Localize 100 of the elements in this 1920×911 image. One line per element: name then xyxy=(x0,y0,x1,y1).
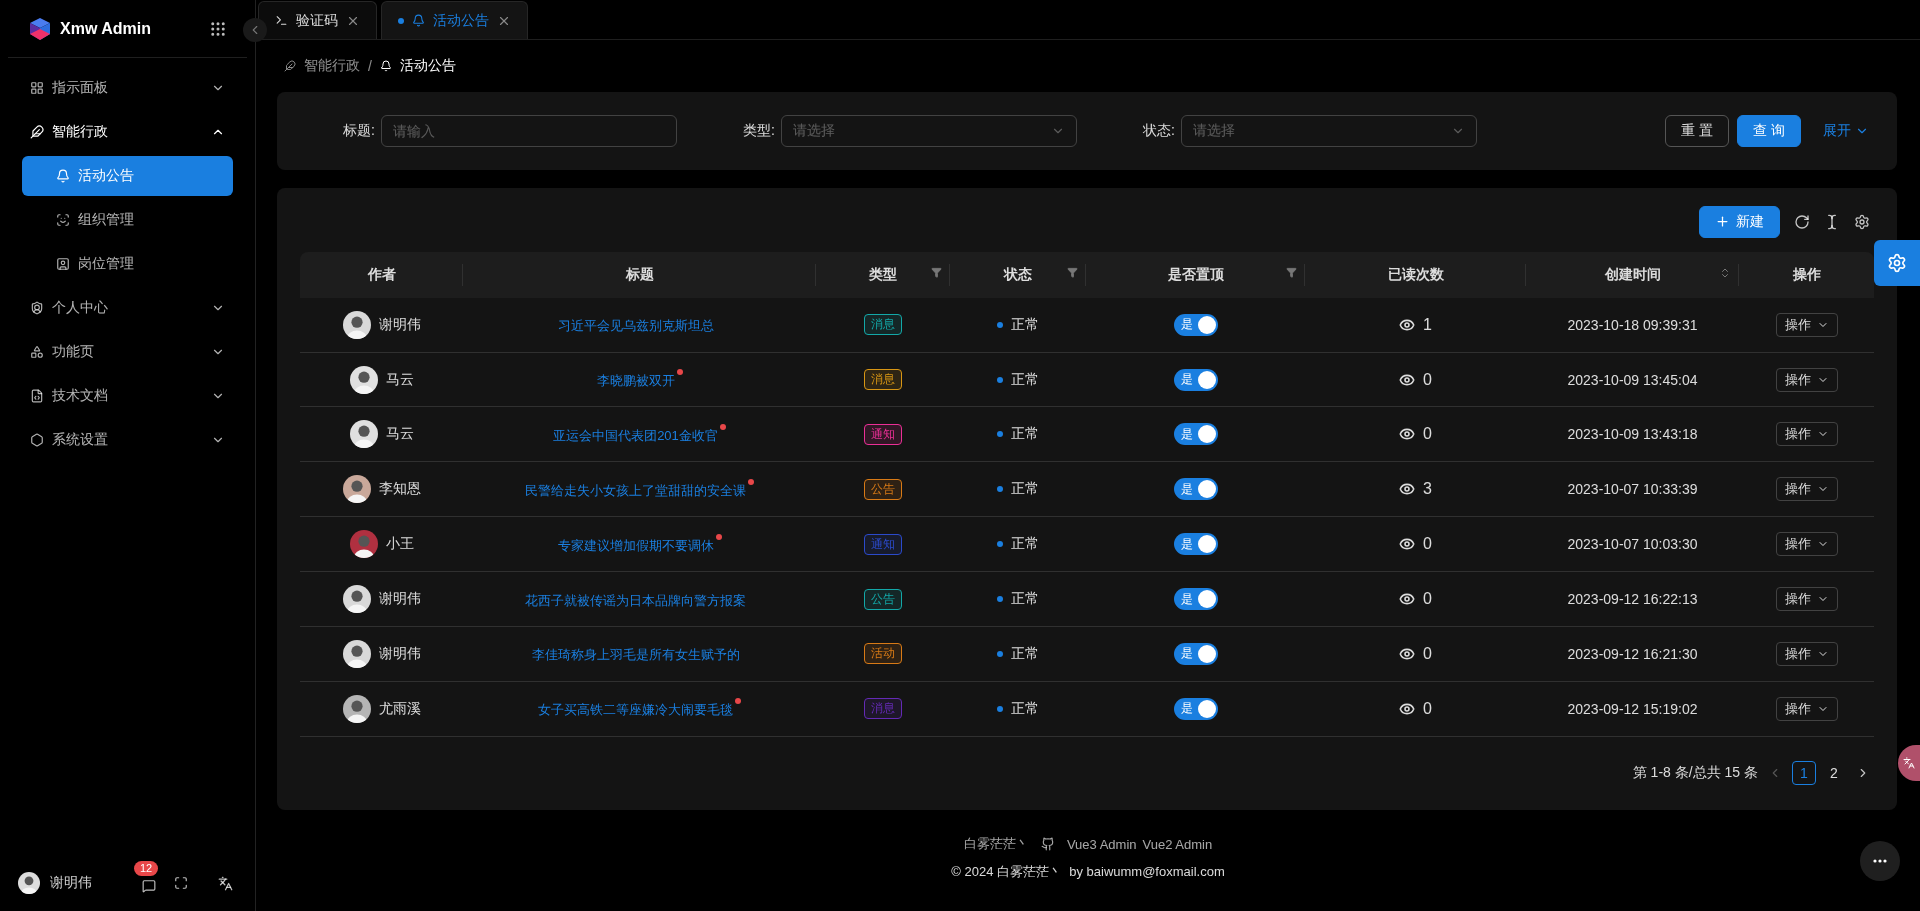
created-time: 2023-09-12 16:21:30 xyxy=(1567,645,1698,662)
column-header: 创建时间 xyxy=(1604,265,1661,284)
apps-grid-icon[interactable] xyxy=(209,19,227,38)
sort-icon[interactable] xyxy=(1719,266,1731,279)
pin-switch[interactable]: 是 xyxy=(1173,588,1218,611)
menu-item[interactable]: 系统设置 xyxy=(22,418,233,462)
footer-link[interactable]: 白雾茫茫丶 xyxy=(963,835,1029,853)
page-button[interactable]: 1 xyxy=(1792,761,1816,786)
status-text: 正常 xyxy=(1011,535,1039,554)
title-link[interactable]: 女子买高铁二等座嫌冷大闹要毛毯 xyxy=(538,698,741,720)
reset-button[interactable]: 重 置 xyxy=(1665,115,1730,147)
refresh-icon xyxy=(1794,213,1810,230)
pin-switch[interactable]: 是 xyxy=(1173,313,1218,336)
status-text: 正常 xyxy=(1011,699,1039,718)
field-label: 标题: xyxy=(343,122,375,140)
title-link[interactable]: 习近平会见乌兹别克斯坦总 xyxy=(557,314,722,336)
fullscreen-icon xyxy=(174,876,188,890)
title-link[interactable]: 亚运会中国代表团201金收官 xyxy=(553,423,726,445)
action-dropdown[interactable]: 操作 xyxy=(1776,532,1838,557)
type-tag: 公告 xyxy=(864,588,902,610)
brand-name: Xmw Admin xyxy=(60,19,152,38)
collapse-button[interactable] xyxy=(243,18,267,42)
action-dropdown[interactable]: 操作 xyxy=(1776,367,1838,392)
status-dot xyxy=(997,541,1003,548)
action-dropdown[interactable]: 操作 xyxy=(1776,422,1838,447)
active-dot xyxy=(398,17,404,24)
action-dropdown[interactable]: 操作 xyxy=(1776,312,1838,337)
type-tag: 消息 xyxy=(864,314,902,336)
submenu-item[interactable]: 岗位管理 xyxy=(22,244,233,284)
translate-icon xyxy=(218,875,233,891)
action-dropdown[interactable]: 操作 xyxy=(1776,641,1838,666)
select-field[interactable]: 请选择 xyxy=(1181,115,1477,147)
status-text: 正常 xyxy=(1011,315,1039,334)
plus-icon xyxy=(1715,214,1730,230)
page-tab[interactable]: 验证码 xyxy=(258,1,377,39)
created-time: 2023-09-12 15:19:02 xyxy=(1567,700,1698,717)
menu-item[interactable]: 个人中心 xyxy=(22,286,233,330)
breadcrumb-item[interactable]: 智能行政 xyxy=(304,57,360,75)
column-header: 标题 xyxy=(625,265,654,284)
footer-link[interactable]: Vue2 Admin xyxy=(1142,836,1213,852)
menu-item[interactable]: 指示面板 xyxy=(22,66,233,110)
select-field[interactable]: 请选择 xyxy=(781,115,1077,147)
action-dropdown[interactable]: 操作 xyxy=(1776,477,1838,502)
input-field[interactable]: 请输入 xyxy=(381,115,677,147)
search-button[interactable]: 查 询 xyxy=(1737,115,1801,147)
status-text: 正常 xyxy=(1011,590,1039,609)
filter-icon[interactable] xyxy=(931,266,942,278)
avatar xyxy=(342,694,371,723)
action-dropdown[interactable]: 操作 xyxy=(1776,696,1838,721)
created-time: 2023-10-18 09:39:31 xyxy=(1567,316,1698,333)
pin-switch[interactable]: 是 xyxy=(1173,478,1218,501)
settings-icon xyxy=(1854,213,1870,230)
page-tab[interactable]: 活动公告 xyxy=(381,1,528,39)
type-tag: 消息 xyxy=(864,698,902,720)
menu-item[interactable]: 技术文档 xyxy=(22,374,233,418)
title-link[interactable]: 李晓鹏被双开 xyxy=(596,369,683,390)
cube-logo-icon xyxy=(28,16,52,41)
breadcrumb-separator: / xyxy=(368,58,372,74)
created-time: 2023-09-12 16:22:13 xyxy=(1567,591,1698,608)
settings-button[interactable] xyxy=(1874,240,1920,286)
more-icon xyxy=(1873,859,1887,863)
status-dot xyxy=(997,376,1003,383)
column-header: 操作 xyxy=(1793,265,1821,284)
menu-item[interactable]: 智能行政 xyxy=(22,110,233,154)
status-text: 正常 xyxy=(1011,425,1039,444)
status-dot xyxy=(997,431,1003,438)
submenu-item[interactable]: 活动公告 xyxy=(22,156,233,196)
author-name: 谢明伟 xyxy=(378,590,421,609)
created-time: 2023-10-09 13:45:04 xyxy=(1567,371,1698,388)
title-link[interactable]: 李佳琦称身上羽毛是所有女生赋予的 xyxy=(531,643,748,665)
read-count: 3 xyxy=(1423,480,1432,499)
pin-switch[interactable]: 是 xyxy=(1173,423,1218,446)
read-count: 0 xyxy=(1423,699,1432,718)
count-badge: 12 xyxy=(134,861,159,876)
created-time: 2023-10-07 10:33:39 xyxy=(1567,481,1698,498)
field-label: 状态: xyxy=(1143,122,1175,140)
status-text: 正常 xyxy=(1011,480,1039,499)
read-count: 0 xyxy=(1423,590,1432,609)
pin-switch[interactable]: 是 xyxy=(1173,368,1218,391)
page-button[interactable]: 2 xyxy=(1822,761,1846,786)
menu-item[interactable]: 功能页 xyxy=(22,330,233,374)
more-button[interactable] xyxy=(1860,841,1900,881)
filter-icon[interactable] xyxy=(1286,266,1297,278)
expand-link[interactable]: 展开 xyxy=(1817,121,1875,141)
submenu-item[interactable]: 组织管理 xyxy=(22,200,233,240)
title-link[interactable]: 专家建议增加假期不要调休 xyxy=(557,533,722,555)
create-button[interactable]: 新建 xyxy=(1699,205,1780,238)
type-tag: 通知 xyxy=(864,423,902,445)
user-name: 谢明伟 xyxy=(50,874,93,892)
author-name: 谢明伟 xyxy=(378,644,421,663)
filter-icon[interactable] xyxy=(1067,266,1078,278)
pin-switch[interactable]: 是 xyxy=(1173,697,1218,720)
footer-link[interactable]: Vue3 Admin xyxy=(1066,836,1137,852)
pin-switch[interactable]: 是 xyxy=(1173,642,1218,665)
title-link[interactable]: 花西子就被传谣为日本品牌向警方报案 xyxy=(525,588,754,610)
action-dropdown[interactable]: 操作 xyxy=(1776,587,1838,612)
title-link[interactable]: 民警给走失小女孩上了堂甜甜的安全课 xyxy=(525,478,754,500)
translate-button[interactable] xyxy=(1898,745,1920,781)
pin-switch[interactable]: 是 xyxy=(1173,533,1218,556)
author-name: 谢明伟 xyxy=(378,315,421,334)
